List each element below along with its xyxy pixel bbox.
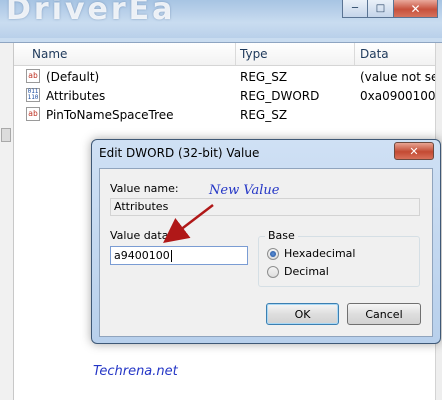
window-controls: ─ □ ✕ <box>342 0 438 18</box>
annotation-new-value: New Value <box>209 183 280 198</box>
value-data-text: a9400100 <box>114 249 170 262</box>
value-name: (Default) <box>46 70 100 84</box>
close-icon: ✕ <box>409 144 419 158</box>
value-data-label: Value data: <box>110 229 173 242</box>
text-caret <box>170 250 172 262</box>
maximize-icon: □ <box>375 2 386 14</box>
base-groupbox: Base Hexadecimal Decimal <box>258 229 420 287</box>
list-row-attributes[interactable]: 011 110 Attributes REG_DWORD 0xa0900100 … <box>14 87 442 105</box>
value-type: REG_SZ <box>240 108 288 122</box>
value-data-input[interactable]: a9400100 <box>110 246 248 265</box>
base-label: Base <box>265 229 298 242</box>
window-titlebar: DriverEa ─ □ ✕ <box>0 0 442 38</box>
radio-decimal[interactable]: Decimal <box>267 265 329 278</box>
close-icon: ✕ <box>410 1 421 16</box>
value-name-label: Value name: <box>110 182 179 195</box>
column-divider[interactable] <box>235 43 236 65</box>
app-logo: DriverEa <box>6 0 176 27</box>
list-column-header: Name Type Data <box>14 43 442 66</box>
binary-value-icon: 011 110 <box>26 88 40 102</box>
cancel-button[interactable]: Cancel <box>347 303 421 325</box>
list-row-default[interactable]: ab (Default) REG_SZ (value not set) <box>14 68 442 86</box>
minimize-icon: ─ <box>351 2 359 14</box>
close-button[interactable]: ✕ <box>394 0 438 18</box>
radio-hexadecimal-label: Hexadecimal <box>284 247 356 260</box>
value-name-field: Attributes <box>110 198 420 216</box>
value-name: Attributes <box>46 89 106 103</box>
dialog-close-button[interactable]: ✕ <box>394 142 434 160</box>
radio-unchecked-icon[interactable] <box>267 265 279 278</box>
minimize-button[interactable]: ─ <box>342 0 368 18</box>
dialog-title: Edit DWORD (32-bit) Value <box>99 146 260 160</box>
value-type: REG_DWORD <box>240 89 320 103</box>
radio-checked-icon[interactable] <box>267 247 279 260</box>
column-name[interactable]: Name <box>32 47 67 61</box>
tree-pane-scrollbar[interactable] <box>0 43 14 400</box>
string-value-icon: ab <box>26 107 40 121</box>
column-type[interactable]: Type <box>240 47 268 61</box>
string-value-icon: ab <box>26 69 40 83</box>
column-data[interactable]: Data <box>360 47 389 61</box>
radio-hexadecimal[interactable]: Hexadecimal <box>267 247 355 260</box>
value-data: (value not set) <box>360 70 442 84</box>
edit-dword-dialog: Edit DWORD (32-bit) Value ✕ Value name: … <box>91 139 441 344</box>
scrollbar-thumb[interactable] <box>1 128 11 142</box>
value-data: 0xa0900100 (26 <box>360 89 442 103</box>
ok-button[interactable]: OK <box>266 303 339 325</box>
radio-decimal-label: Decimal <box>284 265 329 278</box>
value-name: PinToNameSpaceTree <box>46 108 174 122</box>
list-row-pintonamespacetree[interactable]: ab PinToNameSpaceTree REG_SZ <box>14 106 442 124</box>
watermark: Techrena.net <box>93 364 178 379</box>
column-divider[interactable] <box>354 43 355 65</box>
maximize-button[interactable]: □ <box>368 0 394 18</box>
value-type: REG_SZ <box>240 70 288 84</box>
